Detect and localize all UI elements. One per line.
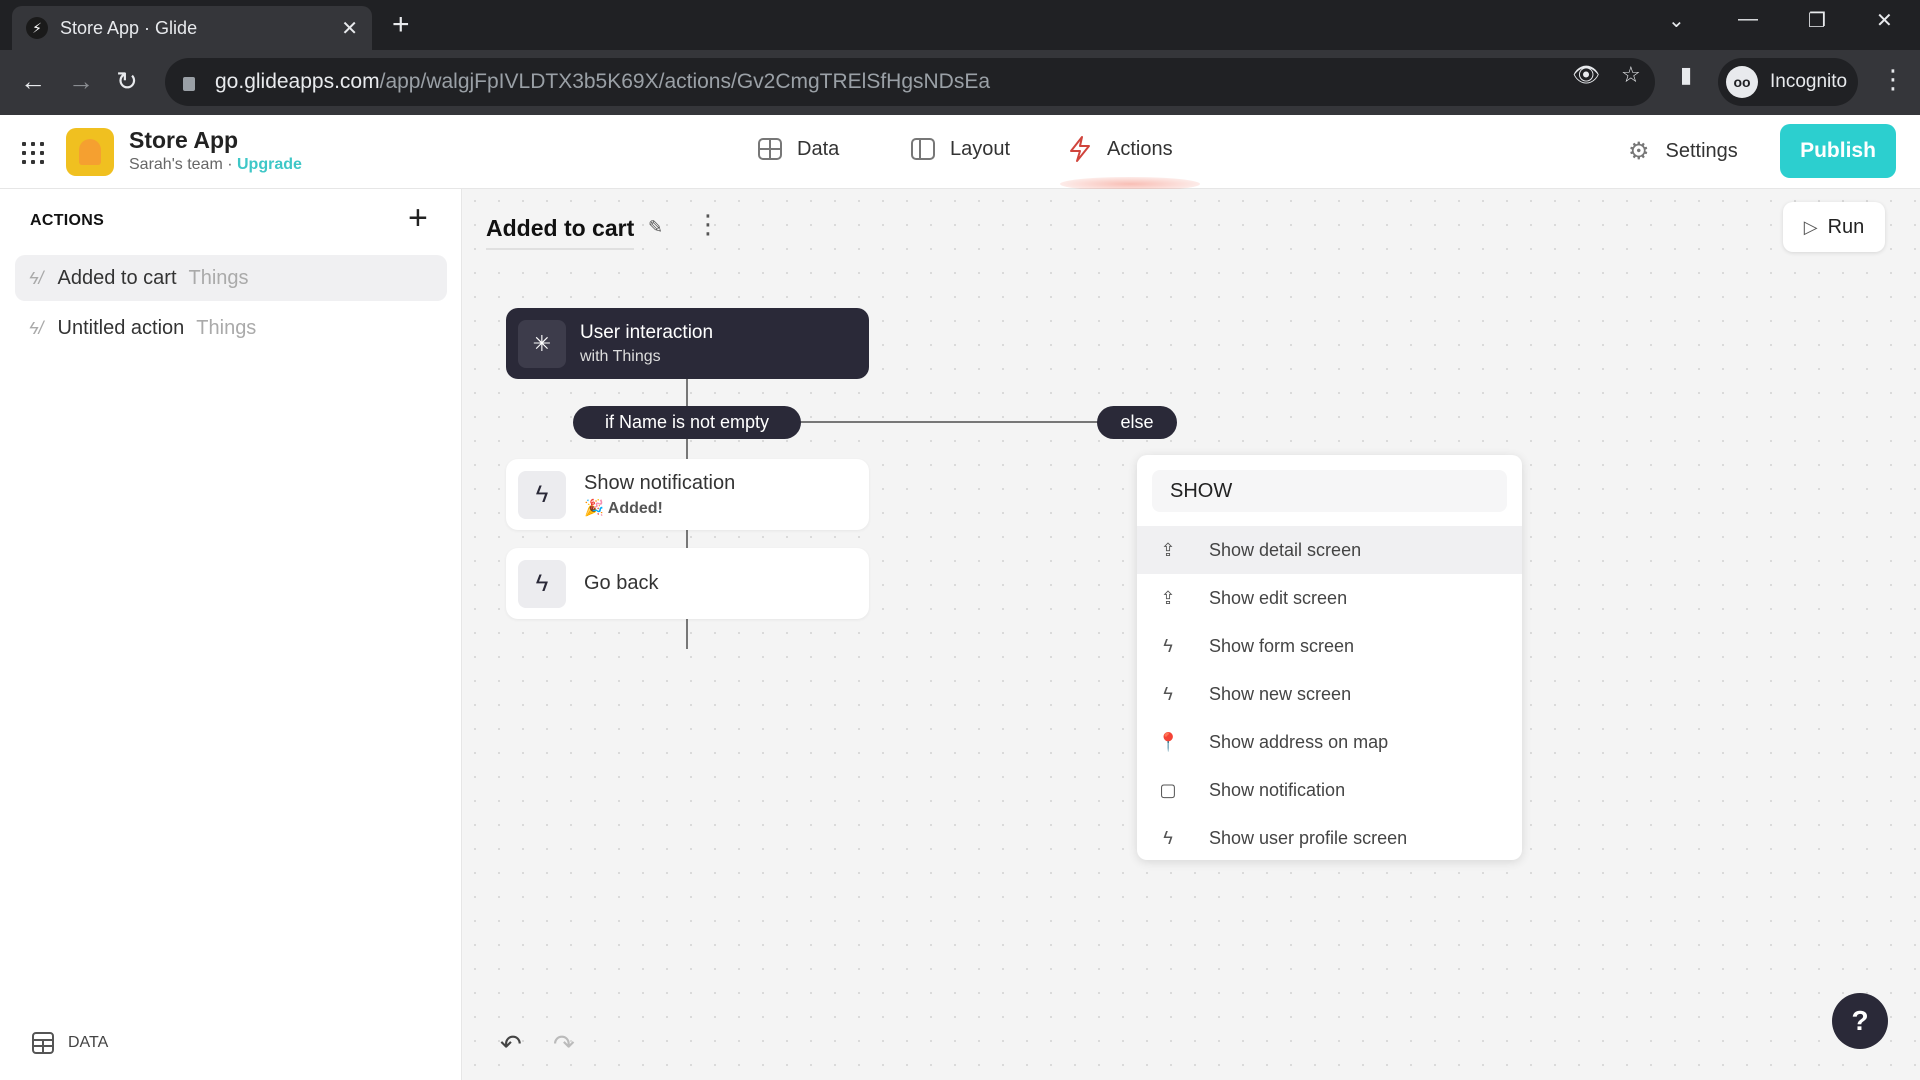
restore-icon[interactable]: ❐ — [1808, 8, 1826, 33]
picker-item-show-new-screen[interactable]: ϟ Show new screen — [1137, 670, 1522, 718]
browser-tab-strip: ⚡ Store App · Glide ✕ + ⌄ — ❐ ✕ — [0, 0, 1920, 50]
nav-tab-data[interactable]: Data — [757, 137, 839, 161]
else-connector — [798, 421, 1098, 423]
table-icon — [757, 137, 783, 161]
action-title[interactable]: Added to cart — [486, 215, 635, 250]
app-header: Store App Sarah's team · Upgrade Data La… — [0, 115, 1920, 191]
map-pin-icon: 📍 — [1157, 731, 1180, 752]
condition-pill[interactable]: if Name is not empty — [573, 406, 801, 439]
bolt-icon — [1067, 136, 1093, 162]
redo-icon[interactable]: ↷ — [553, 1029, 575, 1060]
forward-icon[interactable]: → — [68, 66, 94, 96]
bolt-icon: ϟ — [1163, 827, 1173, 848]
side-panel-icon[interactable]: ▮ — [1680, 62, 1692, 88]
browser-tab[interactable]: ⚡ Store App · Glide ✕ — [12, 6, 372, 50]
close-window-icon[interactable]: ✕ — [1876, 8, 1893, 33]
gear-icon: ⚙ — [1628, 138, 1650, 165]
picker-item-show-edit-screen[interactable]: ⇪ Show edit screen — [1137, 574, 1522, 622]
action-icon: ϟ/ — [29, 317, 44, 338]
share-up-icon: ⇪ — [1160, 539, 1176, 560]
url-text: go.glideapps.com/app/walgjFpIVLDTX3b5K69… — [215, 70, 991, 93]
tracking-eye-off-icon[interactable]: 👁 — [1572, 62, 1600, 88]
new-tab-button[interactable]: + — [392, 10, 410, 40]
picker-item-show-form-screen[interactable]: ϟ Show form screen — [1137, 622, 1522, 670]
picker-item-show-detail-screen[interactable]: ⇪ Show detail screen — [1137, 526, 1522, 574]
go-back-node[interactable]: ϟ Go back — [506, 548, 869, 619]
picker-item-show-notification[interactable]: ▢ Show notification — [1137, 766, 1522, 814]
action-search-input[interactable] — [1152, 470, 1507, 512]
bolt-icon: ϟ — [1163, 683, 1173, 704]
reload-icon[interactable]: ↻ — [116, 66, 138, 96]
clipboard-icon: ▢ — [1159, 779, 1177, 800]
team-info: Sarah's team · Upgrade — [129, 156, 302, 173]
trigger-node[interactable]: ✳ User interaction with Things — [506, 308, 869, 379]
nav-tab-actions[interactable]: Actions — [1067, 136, 1173, 162]
picker-item-show-address-on-map[interactable]: 📍 Show address on map — [1137, 718, 1522, 766]
bolt-icon: ϟ — [518, 559, 566, 608]
address-bar[interactable]: go.glideapps.com/app/walgjFpIVLDTX3b5K69… — [165, 58, 1655, 106]
incognito-icon: oo — [1726, 66, 1758, 98]
undo-icon[interactable]: ↶ — [500, 1029, 522, 1060]
close-tab-icon[interactable]: ✕ — [341, 16, 358, 41]
browser-toolbar: ← → ↻ go.glideapps.com/app/walgjFpIVLDTX… — [0, 50, 1920, 115]
app-name: Store App — [129, 127, 239, 153]
actions-sidebar: ACTIONS + ϟ/ Added to cart Things ϟ/ Unt… — [0, 189, 462, 1080]
data-footer-button[interactable]: DATA — [32, 1032, 108, 1054]
interaction-sparkle-icon: ✳ — [518, 319, 566, 368]
upgrade-link[interactable]: Upgrade — [237, 156, 302, 173]
settings-button[interactable]: ⚙ Settings — [1628, 137, 1738, 166]
action-canvas[interactable]: Added to cart ✎ ⋮ ▷ Run ✳ User interacti… — [463, 189, 1920, 1080]
bolt-icon: ϟ — [1163, 635, 1173, 656]
browser-menu-icon[interactable]: ⋮ — [1880, 64, 1906, 95]
layout-icon — [910, 137, 936, 161]
play-icon: ▷ — [1803, 216, 1818, 237]
incognito-profile[interactable]: oo Incognito — [1718, 58, 1858, 106]
app-grid-icon[interactable] — [22, 142, 44, 164]
picker-item-show-user-profile-screen[interactable]: ϟ Show user profile screen — [1137, 814, 1522, 862]
tab-title: Store App · Glide — [60, 17, 198, 38]
bookmark-star-icon[interactable]: ☆ — [1621, 62, 1641, 88]
sidebar-item-untitled-action[interactable]: ϟ/ Untitled action Things — [15, 305, 447, 351]
party-emoji-icon: 🎉 — [584, 499, 604, 517]
team-name: Sarah's team — [129, 156, 223, 173]
run-button[interactable]: ▷ Run — [1783, 202, 1885, 252]
lock-icon — [183, 77, 195, 91]
share-up-icon: ⇪ — [1160, 587, 1176, 608]
sidebar-title: ACTIONS — [30, 212, 105, 229]
else-pill[interactable]: else — [1097, 406, 1177, 439]
nav-tab-layout[interactable]: Layout — [910, 137, 1010, 161]
app-logo — [66, 128, 114, 176]
help-button[interactable]: ? — [1832, 993, 1888, 1049]
glide-favicon-icon: ⚡ — [26, 17, 48, 39]
publish-button[interactable]: Publish — [1780, 124, 1896, 178]
action-picker-dropdown: ⇪Show detail screen ⇪Show edit screen ϟS… — [1137, 455, 1522, 860]
add-action-button[interactable]: + — [408, 201, 428, 235]
sidebar-item-added-to-cart[interactable]: ϟ/ Added to cart Things — [15, 255, 447, 301]
show-notification-node[interactable]: ϟ Show notification 🎉 Added! — [506, 459, 869, 530]
more-options-icon[interactable]: ⋮ — [695, 211, 721, 237]
minimize-icon[interactable]: — — [1738, 8, 1758, 31]
bolt-icon: ϟ — [518, 470, 566, 519]
action-icon: ϟ/ — [29, 267, 44, 288]
pencil-icon[interactable]: ✎ — [648, 217, 663, 238]
back-icon[interactable]: ← — [20, 66, 46, 96]
tab-search-chevron-icon[interactable]: ⌄ — [1668, 8, 1685, 33]
table-icon — [32, 1032, 54, 1054]
